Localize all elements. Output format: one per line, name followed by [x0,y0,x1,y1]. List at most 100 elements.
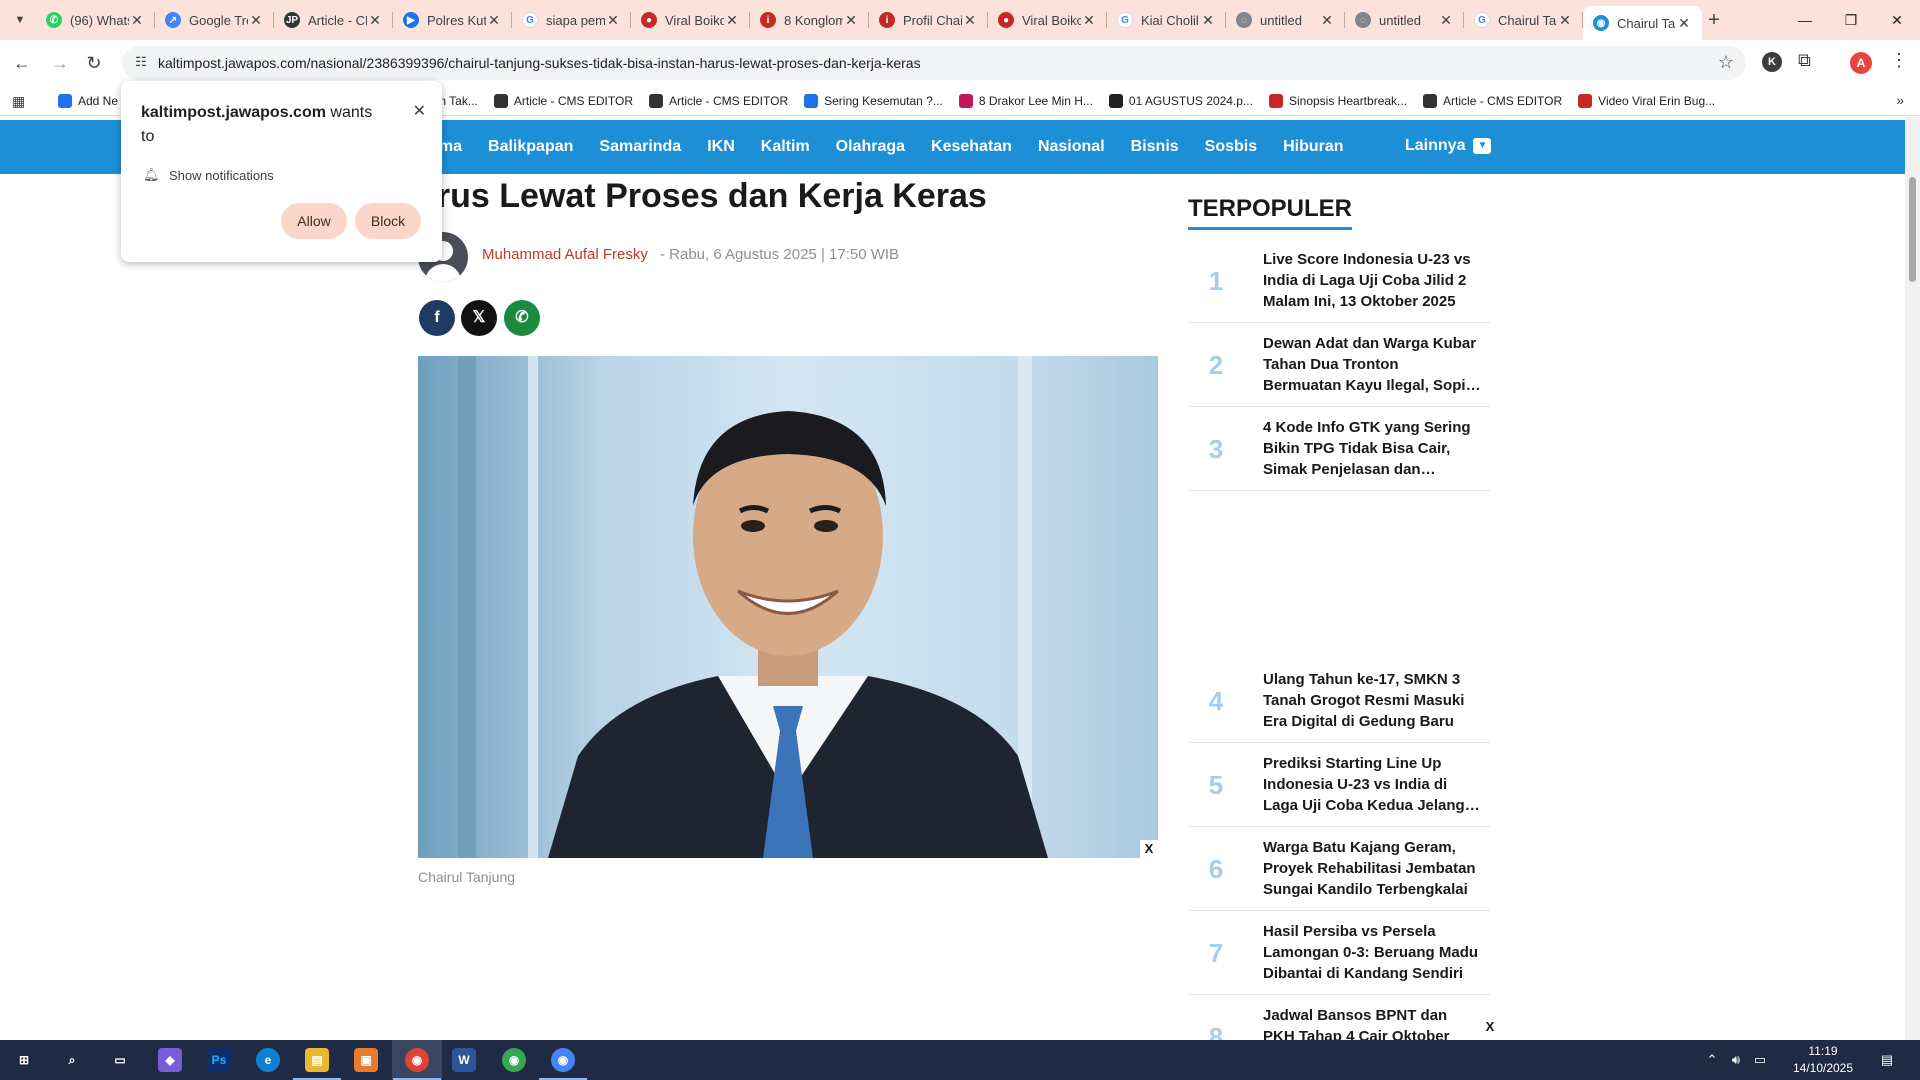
sidebar-ad-close-button[interactable]: X [1481,1018,1499,1036]
share-whatsapp-icon[interactable]: ✆ [504,300,540,336]
popular-item[interactable]: 5 Prediksi Starting Line Up Indonesia U-2… [1188,743,1490,827]
chrome-icon[interactable]: ◉ [502,1048,526,1072]
reload-icon[interactable]: ↻ [80,49,108,77]
tab-close-icon[interactable]: ✕ [962,12,978,29]
browser-tab[interactable]: i 8 Konglomerat✕ [750,0,869,40]
more-bookmarks-icon[interactable]: » [1896,92,1904,108]
popular-item[interactable]: 7 Hasil Persiba vs Persela Lamongan 0-3: … [1188,911,1490,995]
apps-grid-icon[interactable]: ▦ [12,93,25,110]
bookmark-item[interactable]: 8 Drakor Lee Min H... [958,94,1093,108]
popular-title[interactable]: Hasil Persiba vs Persela Lamongan 0-3: B… [1263,921,1481,984]
back-icon[interactable]: ← [8,49,36,77]
popular-item[interactable]: 8 Jadwal Bansos BPNT dan PKH Tahap 4 Cair… [1188,995,1490,1040]
share-facebook-icon[interactable]: f [419,300,455,336]
popular-item[interactable]: 4 Ulang Tahun ke-17, SMKN 3 Tanah Grogot … [1188,659,1490,743]
ad-close-button[interactable]: X [1140,840,1158,858]
close-window-icon[interactable]: ✕ [1874,0,1920,40]
close-icon[interactable]: ✕ [413,101,426,121]
tab-close-icon[interactable]: ✕ [1557,12,1573,29]
site-nav-item[interactable]: Olahraga [836,138,905,156]
forward-icon[interactable]: → [46,49,74,77]
bookmark-item[interactable]: Sinopsis Heartbreak... [1268,94,1407,108]
tab-close-icon[interactable]: ✕ [724,12,740,29]
tab-close-icon[interactable]: ✕ [486,12,502,29]
extension-icon[interactable]: K [1762,52,1782,72]
system-clock[interactable]: 11:19 14/10/2025 [1778,1043,1868,1077]
site-nav-item[interactable]: IKN [707,138,735,156]
site-nav-item[interactable]: Samarinda [599,138,681,156]
popular-title[interactable]: Prediksi Starting Line Up Indonesia U-23… [1263,753,1481,816]
site-nav-item[interactable]: Kaltim [761,138,810,156]
site-info-icon[interactable]: ☷ [132,54,150,72]
tab-close-icon[interactable]: ✕ [605,12,621,29]
popular-title[interactable]: Dewan Adat dan Warga Kubar Tahan Dua Tro… [1263,333,1481,396]
browser-tab[interactable]: ● Viral Boikot ✕ [988,0,1107,40]
photoshop-icon[interactable]: Ps [207,1048,231,1072]
search-icon[interactable]: ⌕ [60,1048,84,1072]
bookmark-item[interactable]: Video Viral Erin Bug... [1578,94,1715,108]
site-nav-item[interactable]: Kesehatan [931,138,1012,156]
nav-more-menu[interactable]: Lainnya ▼ [1405,137,1492,155]
browser-tab[interactable]: ↗ Google Trends✕ [155,0,274,40]
popular-title[interactable]: Ulang Tahun ke-17, SMKN 3 Tanah Grogot R… [1263,669,1481,732]
popular-item[interactable]: 6 Warga Batu Kajang Geram, Proyek Rehabil… [1188,827,1490,911]
notification-center-icon[interactable]: ▤ [1872,1040,1902,1080]
browser-tab[interactable]: i Profil Chairul✕ [869,0,988,40]
volume-icon[interactable]: 🔊︎ [1724,1040,1748,1080]
restore-icon[interactable]: ❐ [1828,0,1874,40]
bookmark-star-icon[interactable]: ☆ [1718,52,1734,73]
browser-tab[interactable]: ◉ Chairul Tanjung✕ [1583,6,1702,40]
browser-tab[interactable]: JP Article - CMS EDITOR✕ [274,0,393,40]
file-explorer-icon[interactable]: ▤ [293,1048,341,1080]
author-name[interactable]: Muhammad Aufal Fresky [482,246,648,263]
site-nav-item[interactable]: Bisnis [1131,138,1179,156]
bookmark-item[interactable]: Sering Kesemutan ?... [804,94,943,108]
browser-tab[interactable]: G Kiai Cholil ✕ [1107,0,1226,40]
tab-close-icon[interactable]: ✕ [129,12,145,29]
browser-tab[interactable]: ● Viral Boikot ✕ [631,0,750,40]
bookmark-item[interactable]: Article - CMS EDITOR [1423,94,1562,108]
bookmark-item[interactable]: Article - CMS EDITOR [649,94,788,108]
browser-tab[interactable]: ◌ untitled ✕ [1226,0,1345,40]
bookmark-item[interactable]: 01 AGUSTUS 2024.p... [1108,94,1253,108]
tray-chevron-icon[interactable]: ⌃ [1700,1040,1724,1080]
block-button[interactable]: Block [355,203,421,239]
address-bar[interactable]: ☷ kaltimpost.jawapos.com/nasional/238639… [122,46,1746,80]
site-nav-item[interactable]: Sosbis [1205,138,1257,156]
tab-search-icon[interactable]: ▼ [8,8,32,32]
browser-tab[interactable]: ◌ untitled ✕ [1345,0,1464,40]
popular-title[interactable]: 4 Kode Info GTK yang Sering Bikin TPG Ti… [1263,417,1481,480]
popular-title[interactable]: Jadwal Bansos BPNT dan PKH Tahap 4 Cair … [1263,1005,1481,1040]
copilot-icon[interactable]: ◆ [158,1048,182,1072]
edge-icon[interactable]: e [256,1048,280,1072]
popular-item[interactable]: 3 4 Kode Info GTK yang Sering Bikin TPG T… [1188,407,1490,491]
scrollbar-thumb[interactable] [1909,177,1916,282]
tab-close-icon[interactable]: ✕ [1676,15,1692,32]
tab-close-icon[interactable]: ✕ [1081,12,1097,29]
profile-avatar[interactable]: A [1850,52,1872,74]
tab-close-icon[interactable]: ✕ [367,12,383,29]
tab-close-icon[interactable]: ✕ [843,12,859,29]
tab-close-icon[interactable]: ✕ [1200,12,1216,29]
network-icon[interactable]: ▭ [1748,1040,1772,1080]
word-icon[interactable]: W [452,1048,476,1072]
browser-tab[interactable]: ✆ (96) WhatsApp✕ [36,0,155,40]
site-nav-item[interactable]: Hiburan [1283,138,1343,156]
popular-item[interactable]: 2 Dewan Adat dan Warga Kubar Tahan Dua Tr… [1188,323,1490,407]
new-tab-icon[interactable]: + [1702,8,1726,32]
site-nav-item[interactable]: Nasional [1038,138,1105,156]
share-x-icon[interactable]: 𝕏 [461,300,497,336]
browser-tab[interactable]: G Chairul Tanjung✕ [1464,0,1583,40]
browser-menu-icon[interactable]: ⋮ [1890,50,1908,71]
popular-title[interactable]: Warga Batu Kajang Geram, Proyek Rehabili… [1263,837,1481,900]
task-view-icon[interactable]: ▭ [108,1048,132,1072]
minimize-icon[interactable]: — [1782,0,1828,40]
app-orange-icon[interactable]: ▣ [354,1048,378,1072]
tab-close-icon[interactable]: ✕ [1438,12,1454,29]
chrome-second-icon[interactable]: ◉ [539,1048,587,1080]
browser-tab[interactable]: Gsiapa pemilik✕ [512,0,631,40]
windows-start-icon[interactable]: ⊞ [12,1048,36,1072]
site-nav-item[interactable]: Balikpapan [488,138,573,156]
page-scrollbar[interactable] [1905,117,1920,1040]
bookmark-item[interactable]: Article - CMS EDITOR [493,94,633,108]
